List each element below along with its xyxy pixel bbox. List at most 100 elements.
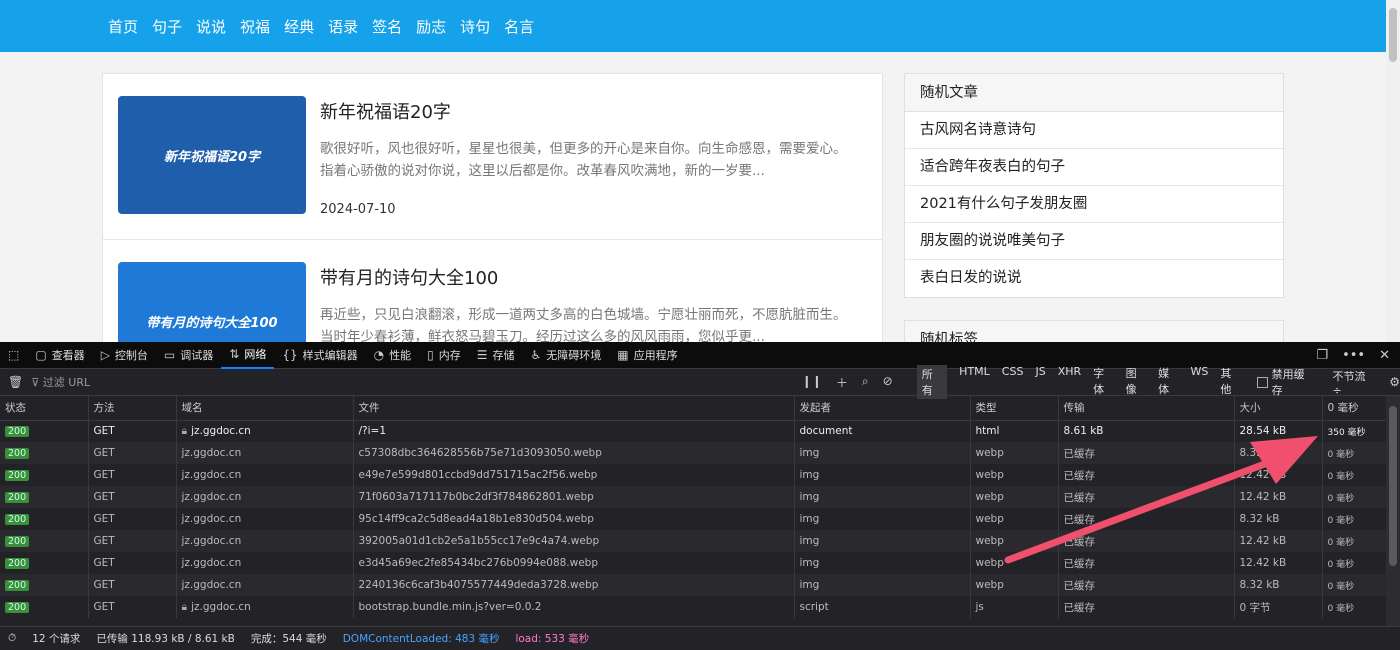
col-size[interactable]: 大小 [1234,396,1323,421]
col-domain[interactable]: 域名 [176,396,354,421]
cell-status: 200 [0,574,89,596]
tab-storage[interactable]: ☰ 存储 [469,342,523,369]
nav-home[interactable]: 首页 [108,16,138,37]
post-list: 新年祝福语20字 新年祝福语20字 歌很好听，风也很好听，星星也很美，但更多的开… [102,73,883,342]
tab-label: 调试器 [180,349,214,362]
tab-performance[interactable]: ◔ 性能 [366,342,419,369]
col-initiator[interactable]: 发起者 [794,396,971,421]
cell-domain: jz.ggdoc.cn [176,574,354,596]
cell-file: 2240136c6caf3b4075577449deda3728.webp [353,574,795,596]
request-count: 12 个请求 [32,633,81,645]
nav-signatures[interactable]: 签名 [372,16,402,37]
col-status[interactable]: 状态 [0,396,89,421]
tab-inspector[interactable]: ▢ 查看器 [27,342,92,369]
cell-method: GET [88,464,177,486]
col-type[interactable]: 类型 [970,396,1059,421]
type-filter-html[interactable]: HTML [959,365,990,399]
tab-label: 控制台 [114,349,148,362]
random-article-link[interactable]: 朋友圈的说说唯美句子 [905,223,1283,260]
block-icon[interactable]: ⊘ [883,374,893,391]
close-icon[interactable]: ✕ [1379,348,1390,363]
cell-method: GET [88,508,177,530]
search-icon[interactable]: ⌕ [862,374,869,391]
tab-network[interactable]: ⇅ 网络 [221,342,275,369]
type-filter-media[interactable]: 媒体 [1158,365,1178,399]
cell-file: e49e7e599d801ccbd9dd751715ac2f56.webp [353,464,795,486]
table-scrollbar[interactable] [1386,396,1400,626]
nav-shuoshuo[interactable]: 说说 [196,16,226,37]
widget-title: 随机文章 [905,74,1283,112]
lock-icon: 🔒︎ [181,424,188,437]
nav-sentences[interactable]: 句子 [152,16,182,37]
nav-poems[interactable]: 诗句 [460,16,490,37]
nav-blessings[interactable]: 祝福 [240,16,270,37]
post-title[interactable]: 带有月的诗句大全100 [320,264,498,290]
scrollbar-thumb[interactable] [1389,8,1397,62]
cell-status: 200 [0,596,89,618]
throttle-select[interactable]: 不节流 ÷ [1333,368,1378,397]
tab-memory[interactable]: ▯ 内存 [419,342,469,369]
table-row[interactable]: 200 GET jz.ggdoc.cn 2240136c6caf3b407557744… [0,574,1387,596]
disable-cache-checkbox[interactable]: 禁用缓存 [1256,366,1315,398]
trash-icon[interactable]: 🗑 [8,375,23,389]
nav-classics[interactable]: 经典 [284,16,314,37]
type-filter-all[interactable]: 所有 [916,365,948,399]
cell-status: 200 [0,442,89,464]
cell-file: bootstrap.bundle.min.js?ver=0.0.2 [353,596,795,618]
random-article-link[interactable]: 古风网名诗意诗句 [905,112,1283,149]
status-badge: 200 [5,558,30,569]
plus-icon[interactable]: ＋ [836,374,848,391]
post-thumbnail[interactable]: 带有月的诗句大全100 [118,262,306,342]
devtools-window-controls: ❐ ••• ✕ [1316,348,1400,363]
tab-style-editor[interactable]: {} 样式编辑器 [274,342,365,369]
pick-element-button[interactable]: ⬚ [0,342,27,369]
more-options-icon[interactable]: ••• [1342,348,1365,363]
accessibility-icon: ♿ [530,348,542,362]
col-transferred[interactable]: 传输 [1058,396,1235,421]
nav-inspiration[interactable]: 励志 [416,16,446,37]
tab-debugger[interactable]: ▭ 调试器 [156,342,221,369]
page-scrollbar[interactable] [1386,0,1400,342]
post-title[interactable]: 新年祝福语20字 [320,98,451,124]
random-article-link[interactable]: 表白日发的说说 [905,260,1283,297]
cell-initiator: img [794,530,971,552]
cell-method: GET [88,574,177,596]
cell-file: c57308dbc364628556b75e71d3093050.webp [353,442,795,464]
col-method[interactable]: 方法 [88,396,177,421]
type-filter-js[interactable]: JS [1035,365,1045,399]
type-filter-css[interactable]: CSS [1002,365,1024,399]
pause-icon[interactable]: ❙❙ [802,374,822,391]
scrollbar-thumb[interactable] [1389,406,1397,566]
dock-icon[interactable]: ❐ [1316,348,1328,363]
type-filter-fonts[interactable]: 字体 [1093,365,1113,399]
nav-quotes[interactable]: 语录 [328,16,358,37]
col-file[interactable]: 文件 [353,396,795,421]
status-badge: 200 [5,426,30,438]
cell-time: 0 毫秒 [1322,574,1387,596]
network-tool-icons: ❙❙ ＋ ⌕ ⊘ [802,374,893,391]
type-filter-ws[interactable]: WS [1191,365,1209,399]
top-navigation: 首页 句子 说说 祝福 经典 语录 签名 励志 诗句 名言 [0,0,1386,52]
cell-status: 200 [0,530,89,552]
cell-initiator: document [794,420,971,442]
cell-domain: jz.ggdoc.cn [176,442,354,464]
nav-famous-sayings[interactable]: 名言 [504,16,534,37]
tab-accessibility[interactable]: ♿ 无障碍环境 [522,342,609,369]
settings-gear-icon[interactable]: ⚙ [1389,375,1400,389]
cell-initiator: img [794,464,971,486]
type-filter-images[interactable]: 图像 [1126,365,1146,399]
cell-time: 350 毫秒 [1322,420,1387,442]
type-filter-other[interactable]: 其他 [1220,365,1240,399]
random-article-link[interactable]: 适合跨年夜表白的句子 [905,149,1283,186]
tab-console[interactable]: ▷ 控制台 [93,342,156,369]
filter-url-input[interactable]: ⊽ 过滤 URL [31,374,774,390]
type-filter-xhr[interactable]: XHR [1058,365,1081,399]
debugger-icon: ▭ [163,348,176,362]
random-article-link[interactable]: 2021有什么句子发朋友圈 [905,186,1283,223]
col-timeline[interactable]: 0 毫秒 [1322,396,1387,421]
post-thumbnail[interactable]: 新年祝福语20字 [118,96,306,214]
random-tags-widget: 随机标签 [904,320,1284,342]
table-row[interactable]: 200 GET 🔒︎ jz.ggdoc.cn bootstrap.bundle.min.… [0,596,1387,618]
tab-application[interactable]: ▦ 应用程序 [609,342,685,369]
tab-label: 样式编辑器 [302,349,358,362]
